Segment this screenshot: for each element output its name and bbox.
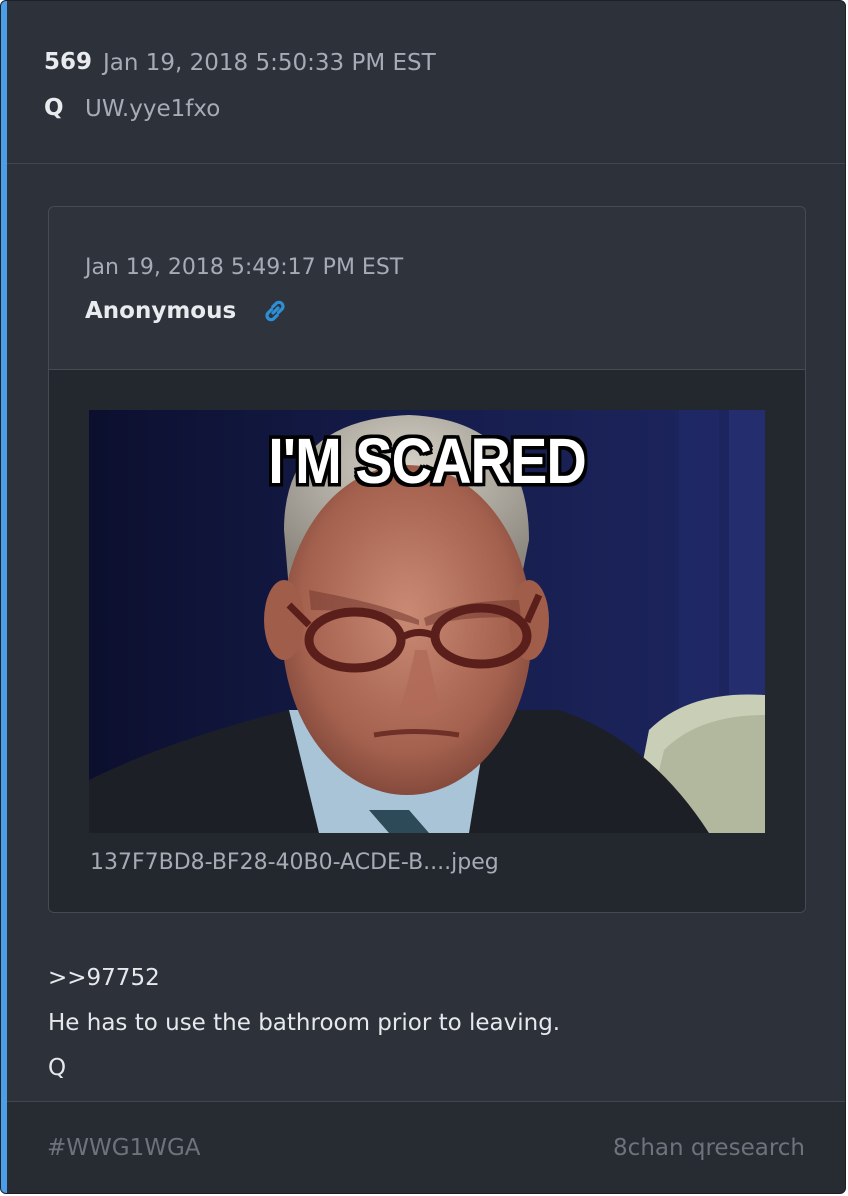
- hashtag: #WWG1WGA: [47, 1135, 201, 1161]
- post-message: He has to use the bathroom prior to leav…: [48, 1010, 561, 1036]
- quoted-post-body: I'M SCARED 137F7BD8-BF28-40B0-ACDE-B....…: [49, 370, 805, 912]
- post-header: 569 Jan 19, 2018 5:50:33 PM EST Q UW.yye…: [7, 1, 845, 164]
- quoted-post-timestamp: Jan 19, 2018 5:49:17 PM EST: [85, 255, 404, 280]
- meme-caption: I'M SCARED: [268, 424, 587, 497]
- post-timestamp: Jan 19, 2018 5:50:33 PM EST: [103, 50, 436, 76]
- tripcode: UW.yye1fxo: [85, 96, 221, 122]
- quoted-post: Jan 19, 2018 5:49:17 PM EST Anonymous I'…: [48, 206, 806, 913]
- accent-bar: [1, 1, 7, 1193]
- post-card: 569 Jan 19, 2018 5:50:33 PM EST Q UW.yye…: [0, 0, 846, 1194]
- post-body: >>97752 He has to use the bathroom prior…: [48, 956, 560, 1091]
- post-number[interactable]: 569: [44, 49, 92, 75]
- quoted-post-header: Jan 19, 2018 5:49:17 PM EST Anonymous: [49, 207, 805, 370]
- reply-link[interactable]: >>97752: [48, 956, 560, 1001]
- post-signature: Q: [48, 1055, 67, 1081]
- image-filename[interactable]: 137F7BD8-BF28-40B0-ACDE-B....jpeg: [90, 850, 499, 875]
- source-label: 8chan qresearch: [613, 1135, 805, 1161]
- link-icon[interactable]: [261, 297, 289, 325]
- author-label: Q: [44, 95, 64, 121]
- post-footer: #WWG1WGA 8chan qresearch: [7, 1101, 845, 1193]
- quoted-post-author: Anonymous: [85, 298, 237, 324]
- post-image[interactable]: I'M SCARED: [89, 410, 765, 833]
